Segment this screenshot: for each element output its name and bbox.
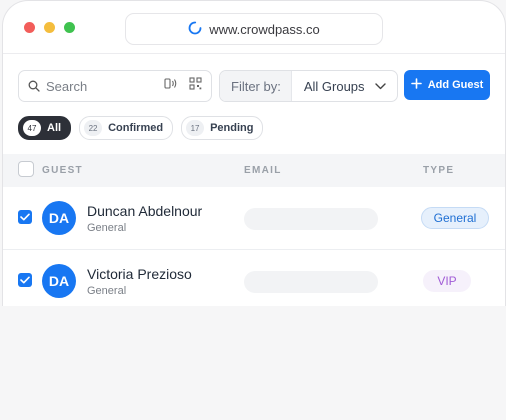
pill-label: Pending xyxy=(210,122,254,134)
toolbar-divider xyxy=(3,53,505,54)
pill-confirmed[interactable]: 22 Confirmed xyxy=(79,116,174,140)
search-input[interactable]: Search xyxy=(18,70,212,102)
search-icon xyxy=(28,80,40,92)
app-window: www.crowdpass.co Search Filter by: All G… xyxy=(2,0,506,306)
row-checkbox[interactable] xyxy=(18,273,32,287)
url-text: www.crowdpass.co xyxy=(209,21,320,37)
add-guest-label: Add Guest xyxy=(427,79,484,91)
loading-icon xyxy=(188,21,202,38)
column-header-guest[interactable]: GUEST xyxy=(42,165,83,176)
type-badge: General xyxy=(421,207,489,229)
minimize-window-button[interactable] xyxy=(44,22,55,33)
pill-count: 17 xyxy=(186,120,205,136)
nfc-scan-icon[interactable] xyxy=(164,77,179,95)
table-header: GUEST EMAIL TYPE xyxy=(3,154,505,187)
search-placeholder: Search xyxy=(46,78,88,94)
guest-group: General xyxy=(87,222,127,234)
email-cell xyxy=(244,208,378,230)
pill-all[interactable]: 47 All xyxy=(18,116,72,140)
row-checkbox[interactable] xyxy=(18,210,32,224)
plus-icon xyxy=(410,78,422,92)
close-window-button[interactable] xyxy=(24,22,35,33)
address-bar[interactable]: www.crowdpass.co xyxy=(125,13,383,45)
maximize-window-button[interactable] xyxy=(64,22,75,33)
pill-count: 22 xyxy=(84,120,103,136)
table-row[interactable]: DA Victoria Prezioso General VIP xyxy=(3,250,505,306)
column-header-email[interactable]: EMAIL xyxy=(244,165,282,176)
pill-count: 47 xyxy=(23,120,41,136)
add-guest-button[interactable]: Add Guest xyxy=(404,70,490,100)
avatar: DA xyxy=(42,264,76,298)
pill-pending[interactable]: 17 Pending xyxy=(181,116,264,140)
pill-label: Confirmed xyxy=(108,122,164,134)
guest-name: Victoria Prezioso xyxy=(87,266,192,282)
select-all-checkbox[interactable] xyxy=(18,161,34,177)
column-header-type[interactable]: TYPE xyxy=(423,165,454,176)
pill-label: All xyxy=(47,122,62,134)
status-filter-pills: 47 All 22 Confirmed 17 Pending xyxy=(18,116,264,140)
guest-group: General xyxy=(87,285,127,297)
table-row[interactable]: DA Duncan Abdelnour General General xyxy=(3,187,505,250)
window-controls xyxy=(24,22,75,33)
chevron-down-icon xyxy=(375,82,386,90)
guest-name: Duncan Abdelnour xyxy=(87,203,203,219)
filter-label: Filter by: xyxy=(220,71,292,101)
group-filter-select[interactable]: Filter by: All Groups xyxy=(219,70,398,102)
qr-code-icon[interactable] xyxy=(189,77,202,95)
filter-value: All Groups xyxy=(303,78,365,94)
avatar: DA xyxy=(42,201,76,235)
email-cell xyxy=(244,271,378,293)
type-badge: VIP xyxy=(423,270,471,292)
